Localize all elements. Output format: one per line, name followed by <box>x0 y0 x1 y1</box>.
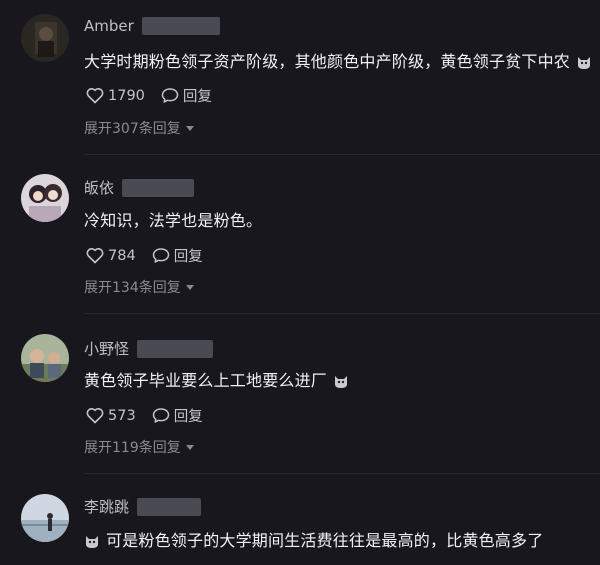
cat-emoji-icon <box>333 373 349 393</box>
expand-replies-button[interactable]: 展开134条回复 <box>84 277 194 297</box>
comment-text: 冷知识，法学也是粉色。 <box>84 207 262 231</box>
expand-replies-button[interactable]: 展开119条回复 <box>84 437 194 457</box>
comment-item: 皈依 冷知识，法学也是粉色。 784 回复 展开134条回复 <box>0 160 600 315</box>
avatar[interactable] <box>21 494 69 542</box>
like-count: 1790 <box>108 87 145 104</box>
like-button[interactable]: 573 <box>86 407 136 424</box>
expand-replies-label: 展开307条回复 <box>84 121 181 137</box>
comment-actions: 573 回复 <box>86 405 219 426</box>
avatar[interactable] <box>21 14 69 62</box>
comment-item: 小野怪 黄色领子毕业要么上工地要么进厂 573 回复 展开119条回复 <box>0 320 600 475</box>
comment-text: 大学时期粉色领子资产阶级，其他颜色中产阶级，黄色领子贫下中农 <box>84 48 592 74</box>
comment-text: 黄色领子毕业要么上工地要么进厂 <box>84 367 349 393</box>
divider <box>84 154 600 155</box>
expand-replies-label: 展开119条回复 <box>84 440 181 456</box>
comment-text-content: 大学时期粉色领子资产阶级，其他颜色中产阶级，黄色领子贫下中农 <box>84 52 571 71</box>
speech-bubble-icon <box>161 87 179 104</box>
divider <box>84 473 600 474</box>
like-button[interactable]: 1790 <box>86 87 145 104</box>
name-row: 小野怪 <box>84 338 214 359</box>
comment-text-content: 冷知识，法学也是粉色。 <box>84 211 263 230</box>
reply-button[interactable]: 回复 <box>152 405 203 426</box>
name-row: 李跳跳 <box>84 496 202 517</box>
like-count: 573 <box>108 407 136 424</box>
name-row: 皈依 <box>84 177 195 198</box>
avatar[interactable] <box>21 174 69 222</box>
comment-item: Amber 大学时期粉色领子资产阶级，其他颜色中产阶级，黄色领子贫下中农 179… <box>0 0 600 155</box>
comment-actions: 784 回复 <box>86 245 219 266</box>
username[interactable]: 小野怪 <box>84 338 129 359</box>
speech-bubble-icon <box>152 407 170 424</box>
comment-text: 可是粉色领子的大学期间生活费往往是最高的，比黄色高多了 <box>84 527 543 553</box>
heart-icon <box>86 87 104 104</box>
redacted-info <box>137 497 202 516</box>
redacted-info <box>122 178 195 197</box>
username[interactable]: 李跳跳 <box>84 496 129 517</box>
reply-label: 回复 <box>173 249 203 265</box>
expand-replies-label: 展开134条回复 <box>84 280 181 296</box>
comment-actions: 1790 回复 <box>86 85 228 106</box>
divider <box>84 313 600 314</box>
reply-button[interactable]: 回复 <box>161 85 212 106</box>
redacted-info <box>137 339 214 358</box>
caret-down-icon <box>185 279 194 295</box>
reply-label: 回复 <box>182 89 212 105</box>
expand-replies-button[interactable]: 展开307条回复 <box>84 118 194 138</box>
cat-emoji-icon <box>84 533 100 553</box>
comment-item: 李跳跳 可是粉色领子的大学期间生活费往往是最高的，比黄色高多了 <box>0 480 600 565</box>
name-row: Amber <box>84 17 220 35</box>
caret-down-icon <box>185 439 194 455</box>
username[interactable]: 皈依 <box>84 177 114 198</box>
comment-text-content: 可是粉色领子的大学期间生活费往往是最高的，比黄色高多了 <box>106 531 544 550</box>
avatar[interactable] <box>21 334 69 382</box>
heart-icon <box>86 247 104 264</box>
like-button[interactable]: 784 <box>86 247 136 264</box>
redacted-info <box>141 17 220 35</box>
reply-button[interactable]: 回复 <box>152 245 203 266</box>
reply-label: 回复 <box>173 409 203 425</box>
comment-text-content: 黄色领子毕业要么上工地要么进厂 <box>84 371 328 390</box>
cat-emoji-icon <box>576 54 592 74</box>
heart-icon <box>86 407 104 424</box>
speech-bubble-icon <box>152 247 170 264</box>
username[interactable]: Amber <box>84 17 134 35</box>
like-count: 784 <box>108 247 136 264</box>
caret-down-icon <box>185 120 194 136</box>
